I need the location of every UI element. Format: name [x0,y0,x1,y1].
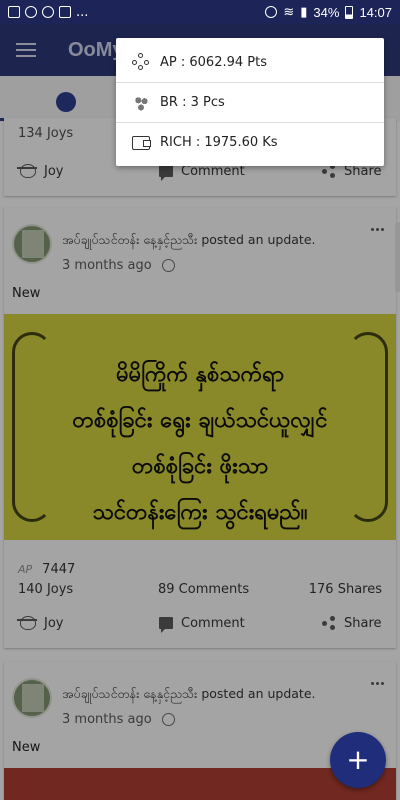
battery-icon [345,5,354,19]
wallet-icon [132,135,151,150]
balance-popup-menu: AP : 6062.94 Pts BR : 3 Pcs RICH : 1975.… [116,38,384,166]
plus-icon: + [346,743,370,776]
menu-item-label: AP : 6062.94 Pts [160,54,267,70]
menu-item-ap[interactable]: AP : 6062.94 Pts [116,42,384,82]
add-post-button[interactable]: + [330,732,386,788]
menu-item-label: BR : 3 Pcs [160,95,225,110]
menu-item-br[interactable]: BR : 3 Pcs [116,82,384,122]
more-notifications: ... [76,4,89,20]
status-bar: ... ≋ ▮ 34% 14:07 [0,0,400,24]
app-grid-icon [8,6,20,18]
notification-icons: ... [8,5,88,20]
battery-percent: 34% [313,4,340,20]
gems-icon [132,93,150,112]
signal-icon: ▮ [300,4,308,19]
network-icon [132,53,150,71]
mail-icon [59,6,71,18]
menu-item-rich[interactable]: RICH : 1975.60 Ks [116,122,384,162]
account-icon [42,6,54,18]
menu-item-label: RICH : 1975.60 Ks [160,135,278,150]
clock: 14:07 [359,4,392,20]
wifi-icon: ≋ [283,4,295,19]
alarm-icon [265,6,278,18]
messenger-icon [25,6,37,18]
